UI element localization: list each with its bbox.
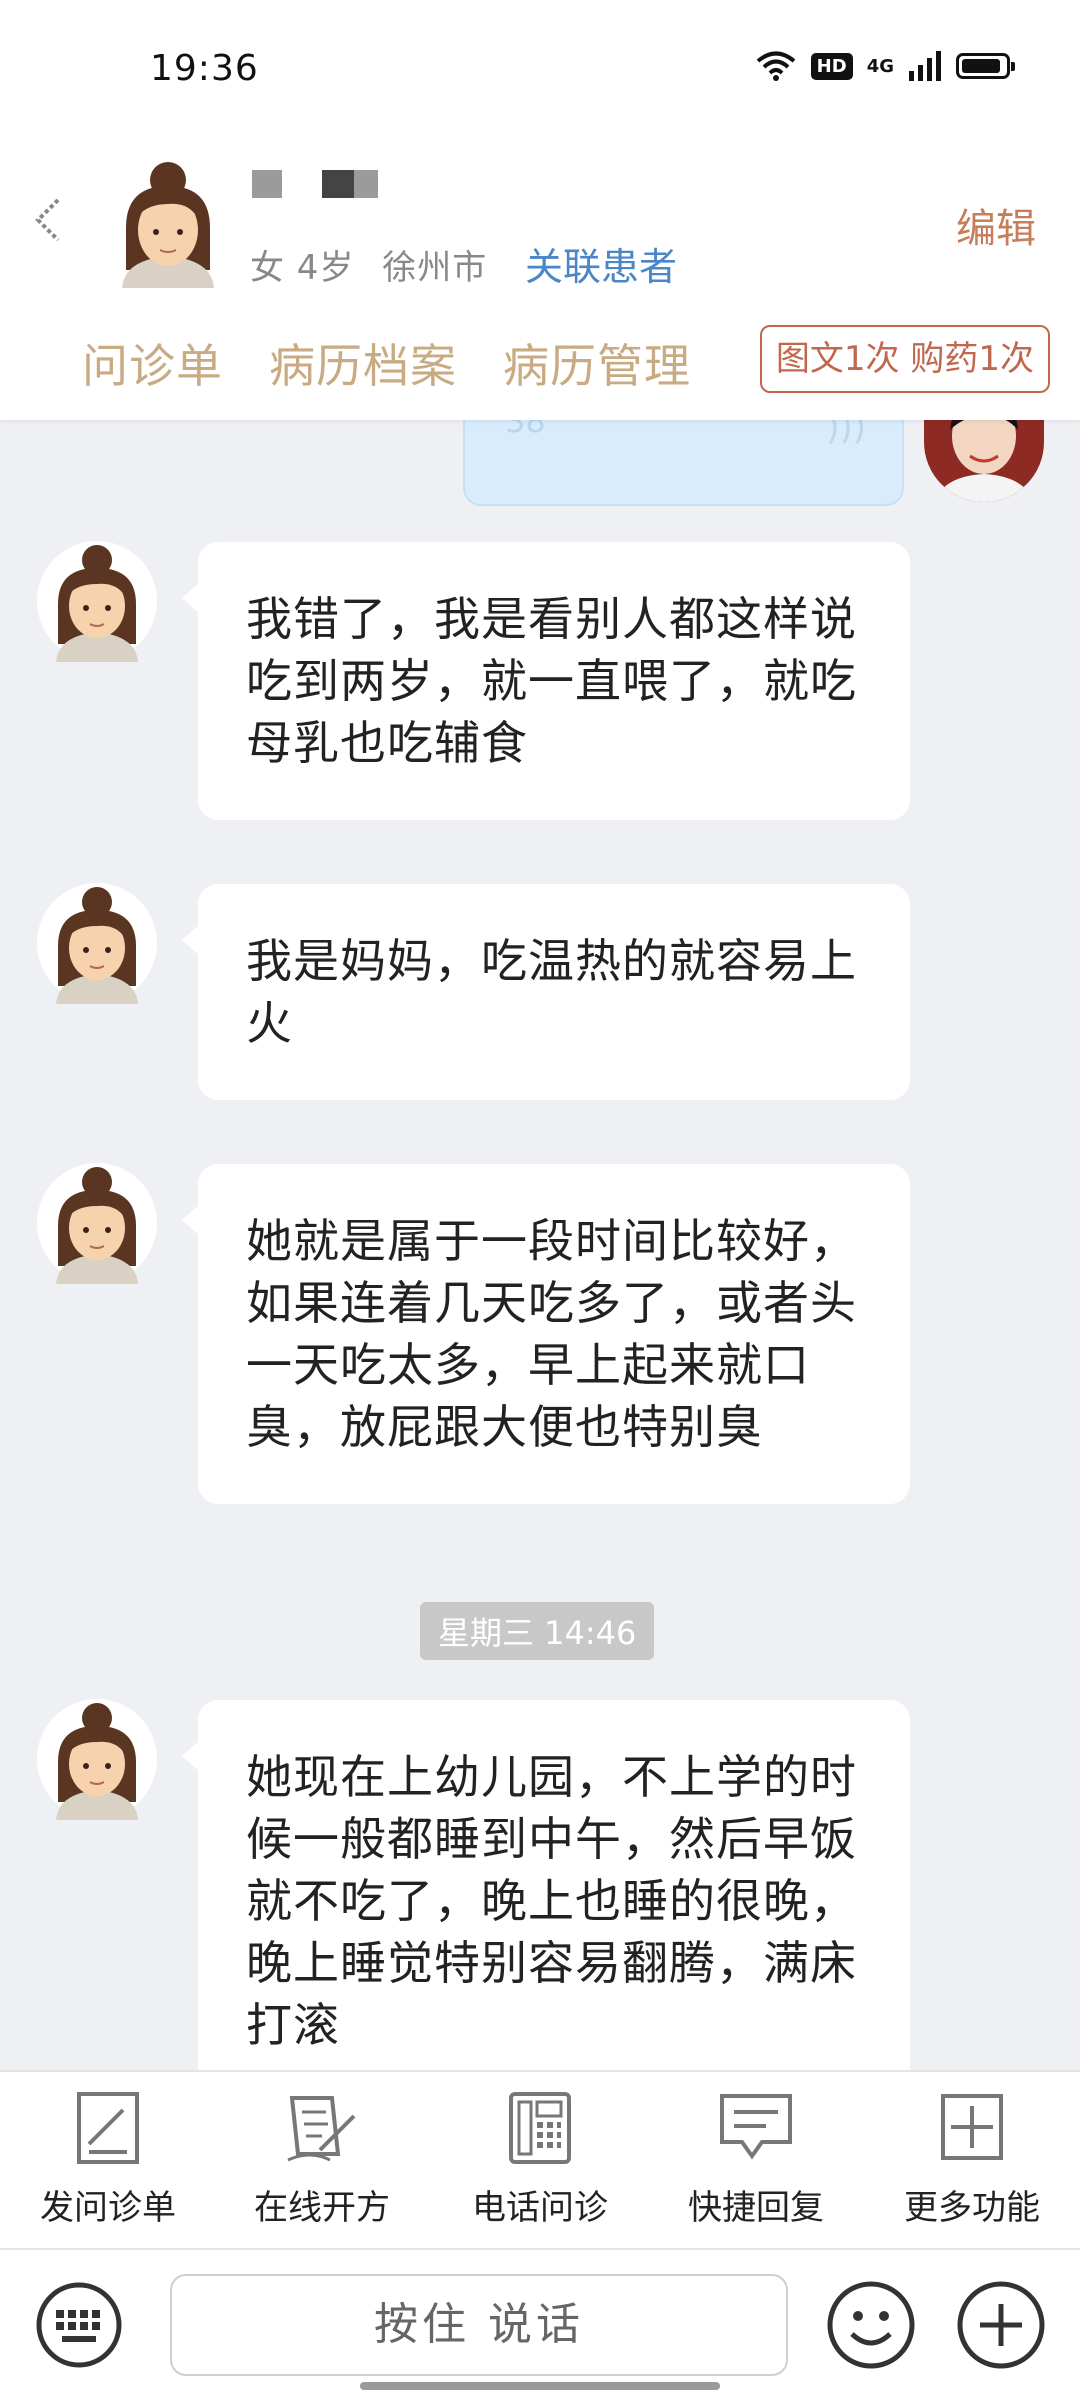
input-bar: 按住 说话: [0, 2250, 1080, 2400]
function-toolbar: 发问诊单 在线开方 电话问诊 快捷回复 更多功能: [0, 2070, 1080, 2250]
voice-duration: 38: [505, 420, 546, 440]
online-prescription-button[interactable]: 在线开方: [222, 2090, 422, 2229]
wifi-icon: [756, 51, 795, 81]
sent-voice-bubble[interactable]: 38 ))): [463, 420, 904, 506]
back-icon[interactable]: [28, 190, 68, 250]
redaction-block: [322, 170, 354, 198]
tab-medical-records[interactable]: 病历档案: [269, 330, 457, 396]
tool-label: 在线开方: [254, 2188, 390, 2228]
plus-icon[interactable]: [956, 2280, 1046, 2370]
quick-reply-icon: [720, 2094, 792, 2160]
battery-icon: [956, 53, 1015, 79]
form-edit-icon: [77, 2092, 139, 2164]
emoji-icon[interactable]: [826, 2280, 916, 2370]
patient-name-redacted: [252, 170, 378, 198]
status-icons: HD 4G: [755, 50, 1015, 82]
phone-icon: [509, 2092, 571, 2164]
top-header: 19:36 HD 4G 女 4岁 徐州市 关联患者 编辑 问诊单 病历档案 病历…: [0, 0, 1080, 420]
patient-city: 徐州市: [382, 248, 488, 288]
received-message[interactable]: 我错了，我是看别人都这样说吃到两岁，就一直喂了，就吃母乳也吃辅食: [182, 542, 910, 820]
send-consult-form-button[interactable]: 发问诊单: [8, 2090, 208, 2229]
tab-consult-form[interactable]: 问诊单: [82, 330, 223, 396]
voice-wave-icon: ))): [826, 420, 866, 448]
patient-message-avatar[interactable]: [36, 882, 158, 1004]
chat-area[interactable]: 38 ))) 我错了，我是看别人都这样说吃到两岁，就一直喂了，就吃母乳也吃辅食 …: [0, 420, 1080, 2070]
relate-patient-link[interactable]: 关联患者: [525, 236, 677, 291]
battery-fill: [962, 59, 1000, 73]
redaction-block: [354, 170, 378, 198]
home-indicator[interactable]: [360, 2382, 720, 2390]
plus-box-icon: [941, 2094, 1003, 2160]
received-message[interactable]: 我是妈妈，吃温热的就容易上火: [182, 884, 910, 1100]
patient-avatar[interactable]: [108, 158, 228, 288]
patient-message-avatar[interactable]: [36, 540, 158, 662]
tool-label: 电话问诊: [472, 2188, 608, 2228]
header-tabs: 问诊单 病历档案 病历管理: [82, 330, 691, 396]
tab-record-management[interactable]: 病历管理: [503, 330, 691, 396]
patient-message-avatar[interactable]: [36, 1162, 158, 1284]
tool-label: 更多功能: [904, 2188, 1040, 2228]
hd-icon: HD: [810, 52, 853, 80]
network-type: 4G: [866, 55, 894, 77]
service-count-badge[interactable]: 图文1次 购药1次: [759, 325, 1050, 393]
keyboard-icon[interactable]: [36, 2282, 122, 2368]
tool-label: 快捷回复: [688, 2188, 824, 2228]
time-separator: 星期三 14:46: [420, 1602, 655, 1660]
more-functions-button[interactable]: 更多功能: [872, 2090, 1072, 2229]
redaction-block: [252, 170, 282, 198]
patient-info: 女 4岁 徐州市: [250, 240, 487, 289]
hold-to-talk-button[interactable]: 按住 说话: [170, 2274, 788, 2376]
signal-icon: [909, 51, 941, 81]
quick-reply-button[interactable]: 快捷回复: [656, 2090, 856, 2229]
status-time: 19:36: [150, 48, 259, 89]
edit-button[interactable]: 编辑: [956, 196, 1036, 254]
doctor-avatar[interactable]: [924, 420, 1044, 502]
received-message[interactable]: 她现在上幼儿园，不上学的时候一般都睡到中午，然后早饭就不吃了，晚上也睡的很晚，晚…: [182, 1700, 910, 2070]
tool-label: 发问诊单: [40, 2188, 176, 2228]
patient-message-avatar[interactable]: [36, 1698, 158, 1820]
phone-consult-button[interactable]: 电话问诊: [440, 2090, 640, 2229]
patient-gender-age: 女 4岁: [250, 248, 355, 288]
received-message[interactable]: 她就是属于一段时间比较好，如果连着几天吃多了，或者头一天吃太多，早上起来就口臭，…: [182, 1164, 910, 1504]
prescription-sign-icon: [287, 2096, 356, 2162]
